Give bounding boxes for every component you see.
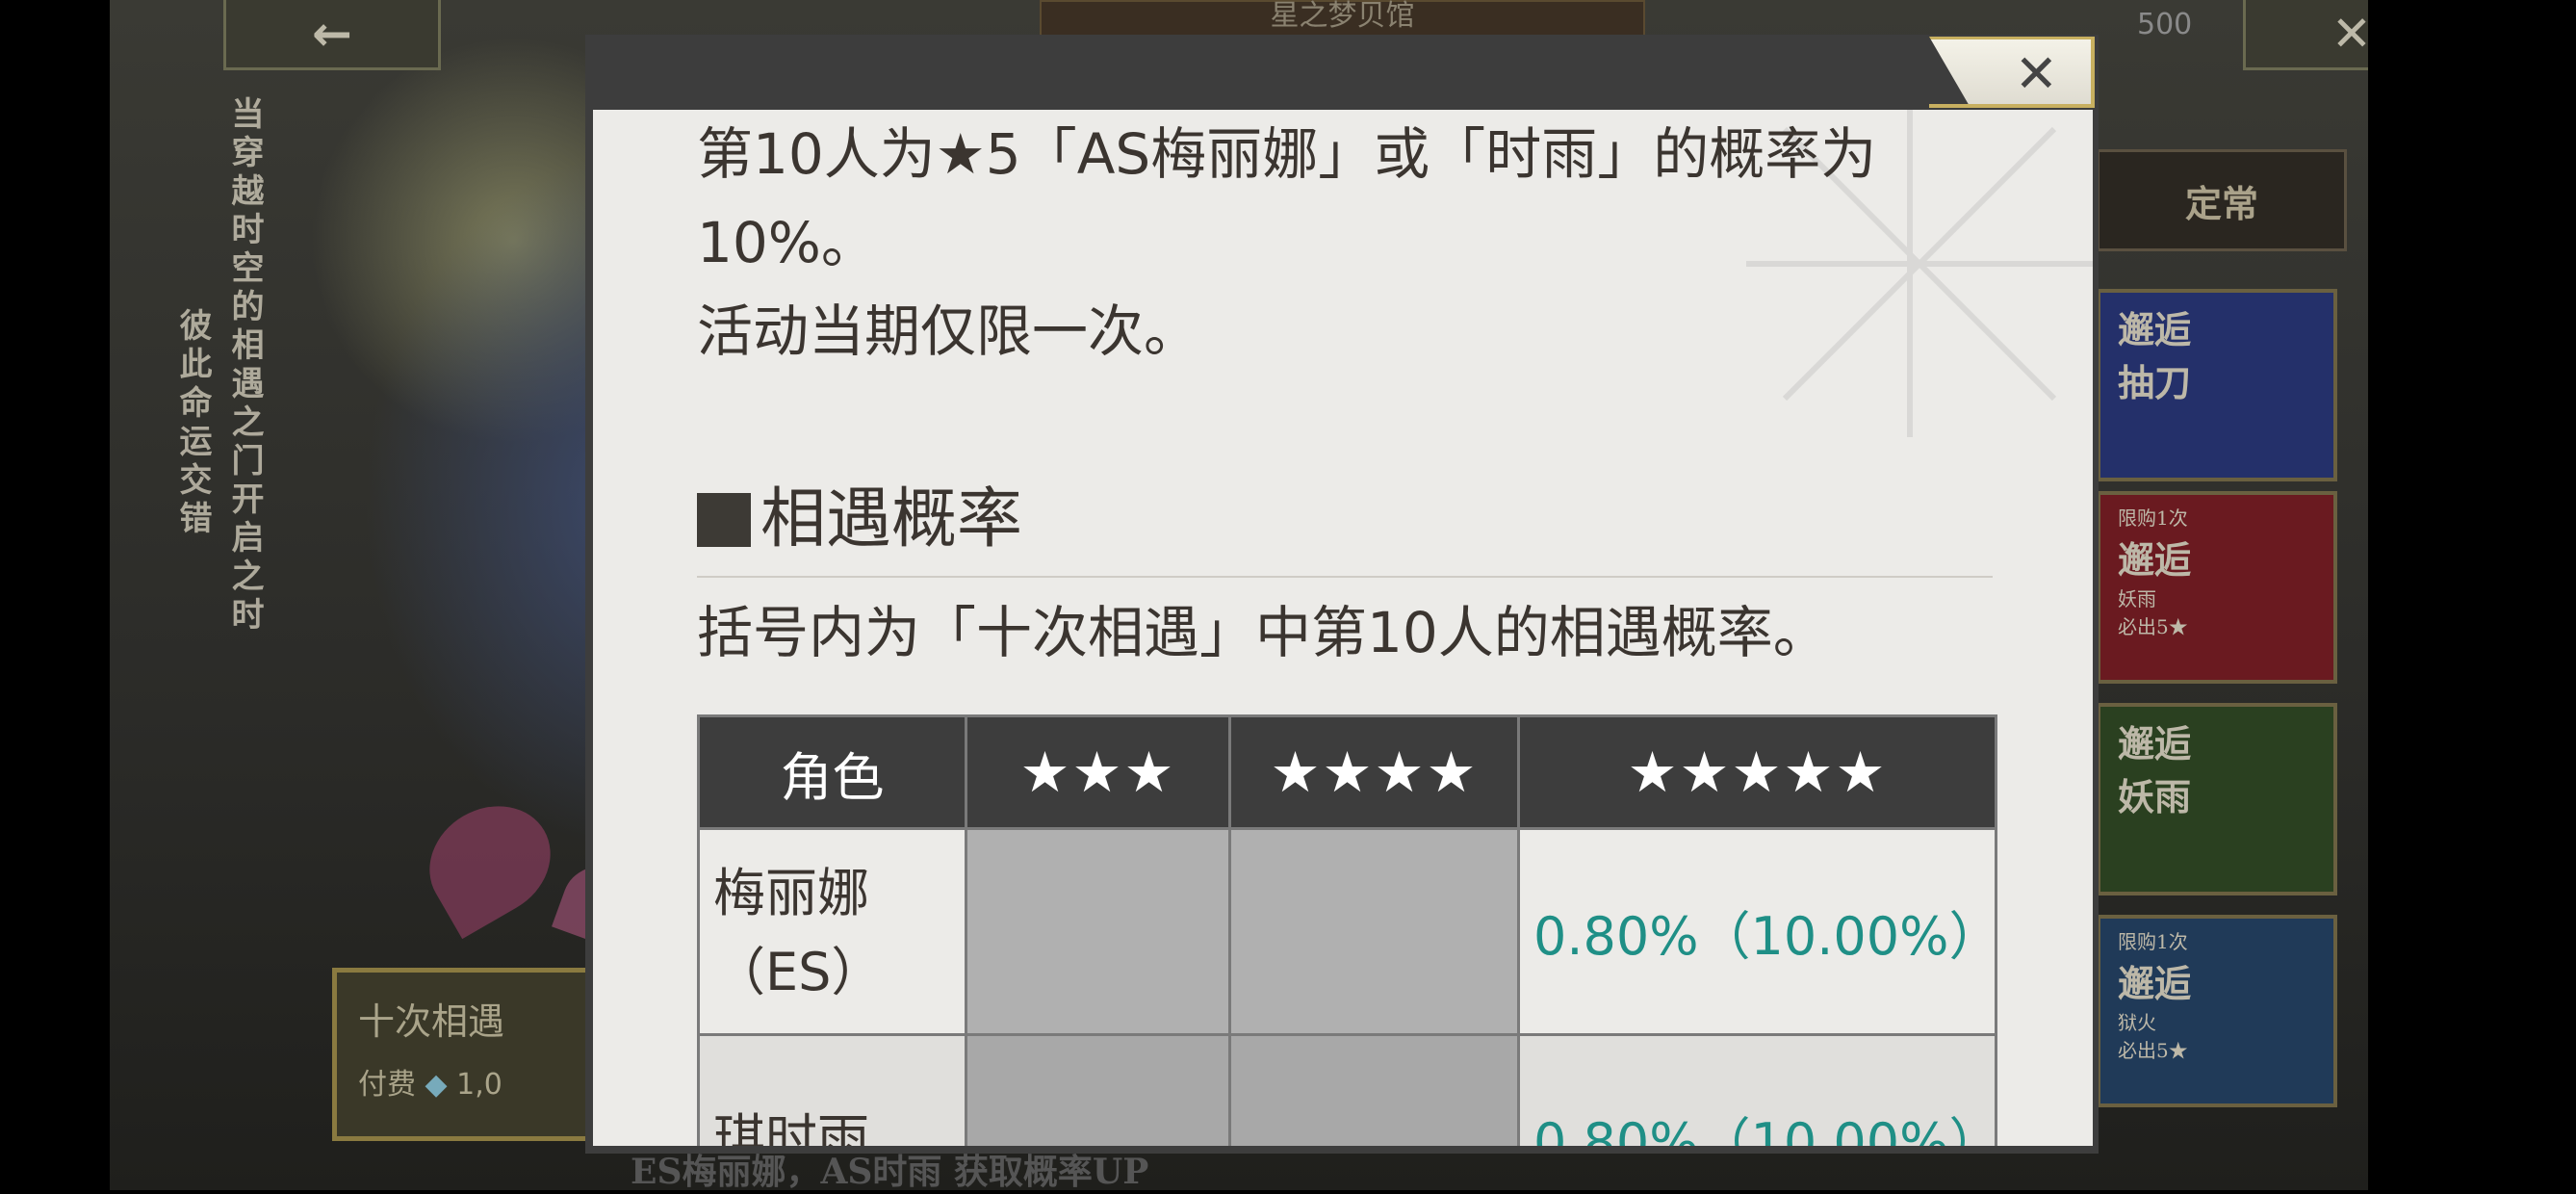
section-title: 相遇概率 [760, 481, 1023, 558]
character-variant: （ES） [713, 942, 884, 1002]
banner-button-2[interactable]: 限购1次 邂逅 妖雨 必出5★ [2097, 491, 2337, 684]
banner-sub: 狱火 [2118, 1011, 2156, 1034]
table-header-row: 角色 ★★★ ★★★★ ★★★★★ [697, 714, 1997, 830]
rate-5star-cell: 0.80%（10.00%） [1517, 827, 2000, 1036]
character-name-cell: 梅丽娜 （ES） [697, 827, 967, 1036]
banner-title: 邂逅 [2118, 538, 2192, 582]
column-header-3star: ★★★ [965, 714, 1231, 830]
column-header-4star: ★★★★ [1228, 714, 1520, 830]
rate-4star-cell [1228, 1033, 1520, 1146]
rate-4star-cell [1228, 827, 1520, 1036]
arrow-left-icon: ← [312, 6, 352, 62]
banner-title: 邂逅 [2118, 308, 2192, 351]
dialog-scroll-content[interactable]: 第10人为★5「AS梅丽娜」或「时雨」的概率为 10%。 活动当期仅限一次。 相… [593, 110, 2093, 1146]
rate-5star-cell: 0.80%（10.00%） [1517, 1033, 2000, 1146]
banner-button-1[interactable]: 邂逅 抽刀 [2097, 289, 2337, 481]
flower-decoration [409, 784, 571, 940]
column-header-character: 角色 [697, 714, 967, 830]
banner-tag: 限购1次 [2118, 506, 2188, 530]
ten-pull-button[interactable]: 十次相遇 付费 ◆ 1,0 [332, 968, 602, 1141]
top-title: 星之梦贝馆 [1040, 0, 1645, 37]
cost-label: 付费 [358, 1068, 416, 1102]
character-name: 梅丽娜 [713, 863, 869, 923]
tab-standard[interactable]: 定常 [2097, 149, 2347, 251]
banner-button-3[interactable]: 邂逅 妖雨 [2097, 703, 2337, 896]
square-bullet-icon [697, 493, 751, 547]
banner-tag: 限购1次 [2118, 930, 2188, 953]
vertical-slogan-1: 当穿越时空的相遇之门开启之时 [225, 96, 264, 636]
vertical-slogan-2: 彼此命运交错 [173, 308, 212, 539]
cost-value: 1,0 [456, 1068, 502, 1102]
column-header-5star: ★★★★★ [1517, 714, 1997, 830]
banner-title: 邂逅 [2118, 962, 2192, 1005]
close-icon: ✕ [2331, 6, 2372, 62]
back-button[interactable]: ← [223, 0, 441, 70]
banner-button-4[interactable]: 限购1次 邂逅 狱火 必出5★ [2097, 915, 2337, 1107]
section-note: 括号内为「十次相遇」中第10人的相遇概率。 [697, 600, 1829, 665]
table-row: 梅丽娜 （ES） 0.80%（10.00%） [697, 827, 2000, 1036]
info-line: 第10人为★5「AS梅丽娜」或「时雨」的概率为 [697, 121, 1877, 187]
banner-title: 邂逅 [2118, 722, 2192, 766]
crystal-icon: ◆ [425, 1068, 448, 1102]
info-line: 10%。 [697, 210, 877, 275]
banner-note: 必出5★ [2118, 1039, 2188, 1062]
table-row: 琪时雨 0.80%（10.00%） [697, 1033, 2000, 1146]
rate-3star-cell [965, 1033, 1231, 1146]
banner-sub: 抽刀 [2118, 361, 2192, 404]
rate-3star-cell [965, 827, 1231, 1036]
dialog-header [585, 35, 2099, 110]
currency-amount: 500 [2137, 8, 2193, 41]
banner-sub: 妖雨 [2118, 775, 2192, 818]
character-name: 琪时雨 [713, 1108, 869, 1146]
banner-note: 必出5★ [2118, 615, 2188, 638]
ten-pull-label: 十次相遇 [358, 1000, 505, 1043]
rates-table: 角色 ★★★ ★★★★ ★★★★★ 梅丽娜 （ES） 0.80%（10.00%）… [697, 714, 2000, 1146]
screen-edge [2368, 0, 2576, 1190]
section-heading: 相遇概率 [697, 480, 1993, 578]
info-line: 活动当期仅限一次。 [697, 298, 1200, 364]
character-name-cell: 琪时雨 [697, 1033, 967, 1146]
banner-sub: 妖雨 [2118, 587, 2156, 610]
close-icon: ✕ [2014, 42, 2058, 104]
